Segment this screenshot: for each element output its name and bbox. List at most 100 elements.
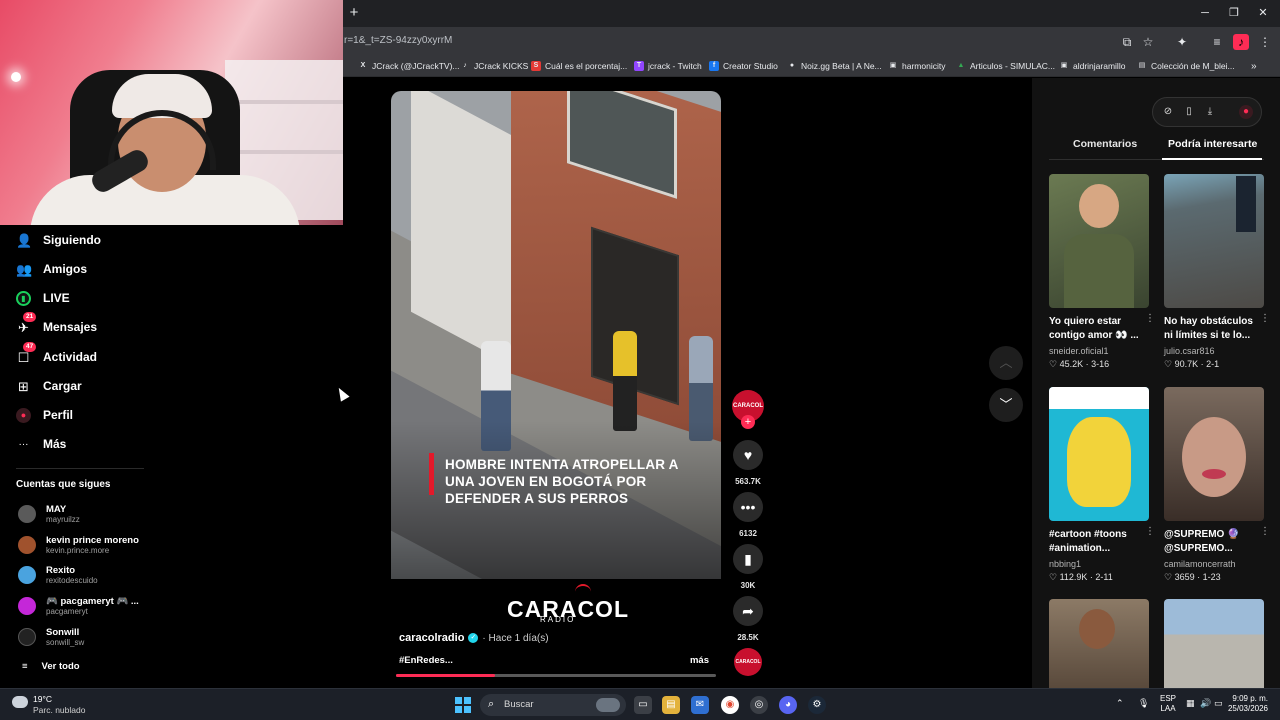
share-icon[interactable]: ➦ bbox=[733, 596, 763, 626]
video-player[interactable]: HOMBRE INTENTA ATROPELLAR A UNA JOVEN EN… bbox=[391, 91, 721, 681]
bookmark-item[interactable]: S Cuál es el porcentaj... bbox=[531, 61, 627, 71]
sidebar-item-live[interactable]: ▮ LIVE bbox=[16, 287, 70, 309]
comment-icon[interactable]: ••• bbox=[733, 492, 763, 522]
video-thumbnail[interactable] bbox=[1164, 174, 1264, 308]
video-thumbnail[interactable] bbox=[1164, 599, 1264, 688]
network-icon[interactable]: ▦ bbox=[1186, 698, 1195, 709]
outlook-icon[interactable]: ✉ bbox=[691, 696, 709, 714]
video-author[interactable]: caracolradio ✓ · Hace 1 día(s) bbox=[399, 632, 549, 644]
steam-icon[interactable]: ⚙ bbox=[808, 696, 826, 714]
chrome-menu-icon[interactable]: ⋮ bbox=[1257, 34, 1273, 50]
like-heart-icon[interactable]: ♥ bbox=[733, 440, 763, 470]
bookmark-icon[interactable]: ▮ bbox=[733, 544, 763, 574]
bookmark-item[interactable]: ▣ aldrinjaramillo bbox=[1059, 61, 1126, 71]
tiktok-extension-icon[interactable]: ♪ bbox=[1233, 34, 1249, 50]
card-menu-icon[interactable]: ⋮ bbox=[1260, 526, 1270, 537]
card-menu-icon[interactable]: ⋮ bbox=[1260, 313, 1270, 324]
system-clock[interactable]: 9:09 p. m. 25/03/2026 bbox=[1226, 694, 1268, 714]
windows-start-icon[interactable] bbox=[455, 697, 471, 713]
sidebar-item-friends[interactable]: 👥 Amigos bbox=[16, 258, 87, 280]
card-author[interactable]: julio.csar816 bbox=[1164, 346, 1264, 356]
sidebar-item-following[interactable]: 👤 Siguiendo bbox=[16, 229, 101, 251]
followed-account[interactable]: MAY mayruilzz bbox=[18, 504, 80, 524]
sound-disc-icon[interactable]: CARACOL bbox=[734, 648, 762, 676]
author-name[interactable]: caracolradio bbox=[399, 632, 464, 644]
see-all-link[interactable]: ≡ Ver todo bbox=[22, 661, 80, 672]
suggested-video-card[interactable]: ⋮ No hay obstáculos ni límites si te lo.… bbox=[1164, 174, 1270, 370]
caracol-logo-sub: RADIO bbox=[540, 615, 576, 624]
sidebar-item-messages[interactable]: ✈ 21 Mensajes bbox=[16, 311, 97, 338]
card-author[interactable]: camilamoncerrath bbox=[1164, 559, 1264, 569]
followed-account[interactable]: Rexito rexitodescuido bbox=[18, 565, 98, 585]
tab-you-may-like[interactable]: Podría interesarte bbox=[1168, 138, 1257, 150]
task-view-icon[interactable]: ▭ bbox=[634, 696, 652, 714]
extensions-icon[interactable]: ✦ bbox=[1174, 34, 1190, 50]
obs-icon[interactable]: ◎ bbox=[750, 696, 768, 714]
video-thumbnail[interactable] bbox=[1049, 599, 1149, 688]
bookmark-item[interactable]: ● Noiz.gg Beta | A Ne... bbox=[787, 61, 882, 71]
suggested-video-card[interactable] bbox=[1049, 599, 1149, 688]
bookmark-item[interactable]: ▤ Colección de M_blei... bbox=[1137, 61, 1235, 71]
video-thumbnail[interactable] bbox=[1049, 174, 1149, 308]
bookmark-item[interactable]: ▲ Articulos - SIMULAC... bbox=[956, 61, 1056, 71]
restore-icon[interactable]: ❐ bbox=[1225, 4, 1243, 22]
chrome-icon[interactable]: ◉ bbox=[721, 696, 739, 714]
suggested-video-card[interactable]: ⋮ #cartoon #toons #animation... nbbing1 … bbox=[1049, 387, 1155, 583]
address-bar[interactable]: r=1&_t=ZS-94zzy0xyrrM bbox=[344, 35, 452, 46]
video-thumbnail[interactable] bbox=[1164, 387, 1264, 521]
bookmarks-overflow-icon[interactable]: » bbox=[1251, 61, 1257, 72]
bookmark-item[interactable]: Tjcrack - Twitch bbox=[634, 61, 702, 71]
microphone-icon[interactable]: 🎙 bbox=[1138, 698, 1149, 709]
sidebar-item-label: Siguiendo bbox=[43, 233, 101, 247]
bookmark-item[interactable]: ♪ JCrack KICKS bbox=[460, 61, 528, 71]
discord-icon[interactable]: ◕ bbox=[779, 696, 797, 714]
caption-line: DEFENDER A SUS PERROS bbox=[445, 491, 629, 506]
video-thumbnail[interactable] bbox=[1049, 387, 1149, 521]
install-app-icon[interactable]: ⧉ bbox=[1119, 34, 1135, 50]
followed-account[interactable]: 🎮 pacgameryt 🎮 ... pacgameryt bbox=[18, 596, 139, 616]
tab-comments[interactable]: Comentarios bbox=[1073, 138, 1137, 150]
suggested-video-card[interactable]: ⋮ Yo quiero estar contigo amor 👀 ... sne… bbox=[1049, 174, 1155, 370]
media-control-icon[interactable]: ≡ bbox=[1209, 34, 1225, 50]
bookmark-item[interactable]: f Creator Studio bbox=[709, 61, 778, 71]
suggested-video-card[interactable] bbox=[1164, 599, 1264, 688]
video-hashtag[interactable]: #EnRedes... bbox=[399, 655, 453, 666]
card-author[interactable]: sneider.oficial1 bbox=[1049, 346, 1149, 356]
weather-cloud-icon[interactable] bbox=[12, 696, 28, 708]
video-progress-bar[interactable] bbox=[396, 674, 716, 677]
bookmark-item[interactable]: X JCrack (@JCrackTV)... bbox=[358, 61, 460, 71]
suggested-video-card[interactable]: ⋮ @SUPREMO 🔮 @SUPREMO... camilamoncerrat… bbox=[1164, 387, 1270, 583]
new-tab-button[interactable]: + bbox=[345, 4, 363, 22]
next-video-chevron-down-icon[interactable]: ﹀ bbox=[989, 388, 1023, 422]
followed-account[interactable]: Sonwill sonwill_sw bbox=[18, 627, 84, 647]
language-indicator[interactable]: ESP LAA bbox=[1160, 694, 1176, 714]
more-button[interactable]: más bbox=[690, 655, 709, 666]
weather-description[interactable]: Parc. nublado bbox=[33, 705, 85, 715]
volume-icon[interactable]: 🔊 bbox=[1200, 698, 1211, 709]
weather-temperature[interactable]: 19°C bbox=[33, 694, 52, 704]
sidebar-item-more[interactable]: ··· Más bbox=[16, 433, 67, 455]
sidebar-item-profile[interactable]: ● Perfil bbox=[16, 404, 73, 426]
close-icon[interactable]: ✕ bbox=[1254, 4, 1272, 22]
taskbar-search[interactable]: ⌕ Buscar bbox=[480, 694, 626, 716]
phone-icon[interactable]: ▯ bbox=[1182, 105, 1196, 119]
file-explorer-icon[interactable]: ▤ bbox=[662, 696, 680, 714]
sidebar-item-activity[interactable]: ☐ 47 Actividad bbox=[16, 341, 97, 368]
sidebar-item-upload[interactable]: ⊞ Cargar bbox=[16, 375, 82, 397]
follow-plus-icon[interactable]: + bbox=[741, 415, 755, 429]
account-handle: mayruilzz bbox=[46, 515, 80, 524]
card-author[interactable]: nbbing1 bbox=[1049, 559, 1149, 569]
bookmark-star-icon[interactable]: ☆ bbox=[1140, 34, 1156, 50]
account-avatar-icon[interactable]: ● bbox=[1239, 105, 1253, 119]
tray-expand-icon[interactable]: ⌃ bbox=[1116, 698, 1124, 709]
battery-icon[interactable]: ▭ bbox=[1214, 698, 1223, 709]
card-stats: ♡ 112.9K · 2-11 bbox=[1049, 572, 1113, 582]
compass-icon[interactable]: ⊘ bbox=[1161, 105, 1175, 119]
card-menu-icon[interactable]: ⋮ bbox=[1145, 313, 1155, 324]
bookmark-item[interactable]: ▣ harmonicity bbox=[888, 61, 946, 71]
card-menu-icon[interactable]: ⋮ bbox=[1145, 526, 1155, 537]
previous-video-chevron-up-icon[interactable]: ︿ bbox=[989, 346, 1023, 380]
minimize-icon[interactable]: ─ bbox=[1196, 4, 1214, 22]
download-icon[interactable]: ⤓ bbox=[1203, 105, 1217, 119]
followed-account[interactable]: kevin prince moreno kevin.prince.more bbox=[18, 535, 139, 555]
